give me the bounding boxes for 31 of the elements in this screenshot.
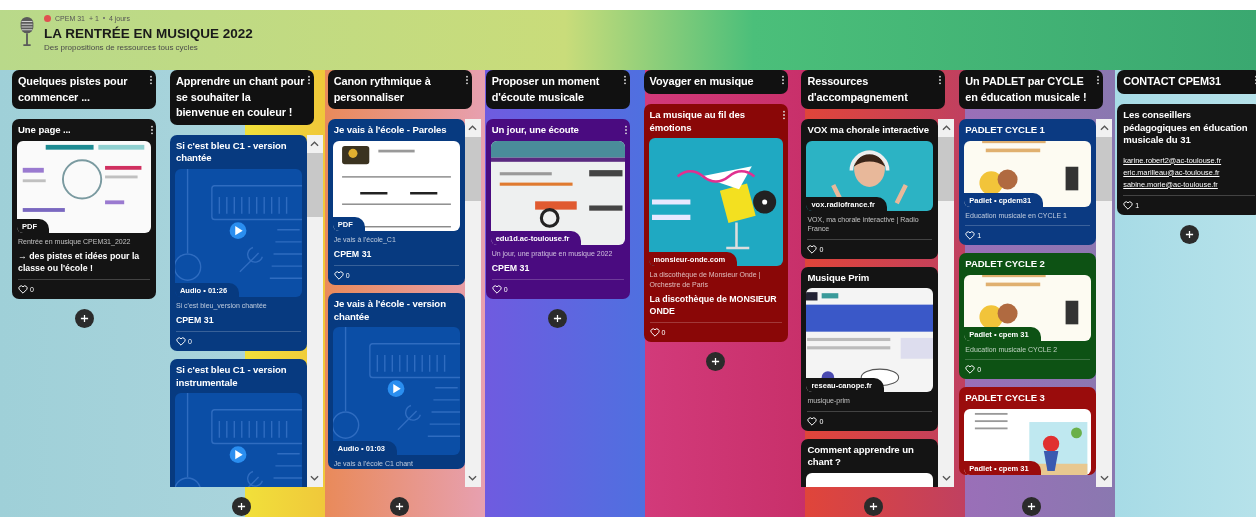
post-title: Musique Prim	[807, 271, 871, 284]
column-title: Apprendre un chant pour se souhaiter la bienvenue en couleur !	[175, 74, 305, 120]
column-title: Voyager en musique	[649, 74, 755, 89]
board-subtitle: Des propositions de ressources tous cycles	[44, 43, 199, 52]
post-title: PADLET CYCLE 3	[965, 392, 1046, 405]
post-text: La discothèque de MONSIEUR ONDE	[648, 293, 778, 317]
post-title: Comment apprendre un chant ?	[807, 443, 915, 469]
post-card[interactable]: Comment apprendre un chant ?	[801, 438, 939, 487]
post-title: Je vais à l'école - version chantée	[333, 298, 447, 323]
column-title: Quelques pistes pour commencer ...	[18, 74, 129, 105]
post-title: Un jour, une écoute	[491, 124, 580, 137]
post-title: VOX ma chorale interactive	[807, 124, 931, 137]
post-text: → des pistes et idées pour la classe ou l'école !	[17, 250, 141, 274]
post-title: PADLET CYCLE 2	[965, 258, 1046, 271]
post-text: CPEM 31	[174, 314, 215, 326]
post-text: CPEM 31	[332, 248, 373, 260]
post-title: Une page ...	[18, 124, 72, 137]
post-title: Si c'est bleu C1 - version instrumentale	[175, 364, 288, 389]
column-title: Canon rythmique à personnaliser	[333, 74, 432, 105]
board-title: LA RENTRÉE EN MUSIQUE 2022	[44, 25, 253, 42]
column-title: Ressources d'accompagnement	[807, 74, 909, 105]
post-title: Je vais à l'école - Paroles	[333, 124, 448, 137]
post-title: Les conseillers pédagogiques en éducation musicale du 31	[1123, 109, 1249, 147]
post-title: La musique au fil des émotions	[649, 109, 747, 134]
column-title: CONTACT CPEM31	[1123, 74, 1222, 89]
column-title: Un PADLET par CYCLE en éducation musicale !	[965, 74, 1088, 105]
post-title: PADLET CYCLE 1	[965, 124, 1046, 137]
post-card[interactable]: Si c'est bleu C1 - version instrumentale	[169, 359, 307, 487]
post-text: CPEM 31	[490, 262, 531, 274]
post-title: Si c'est bleu C1 - version chantée	[175, 139, 288, 165]
column-title: Proposer un moment d'écoute musicale	[491, 74, 601, 105]
